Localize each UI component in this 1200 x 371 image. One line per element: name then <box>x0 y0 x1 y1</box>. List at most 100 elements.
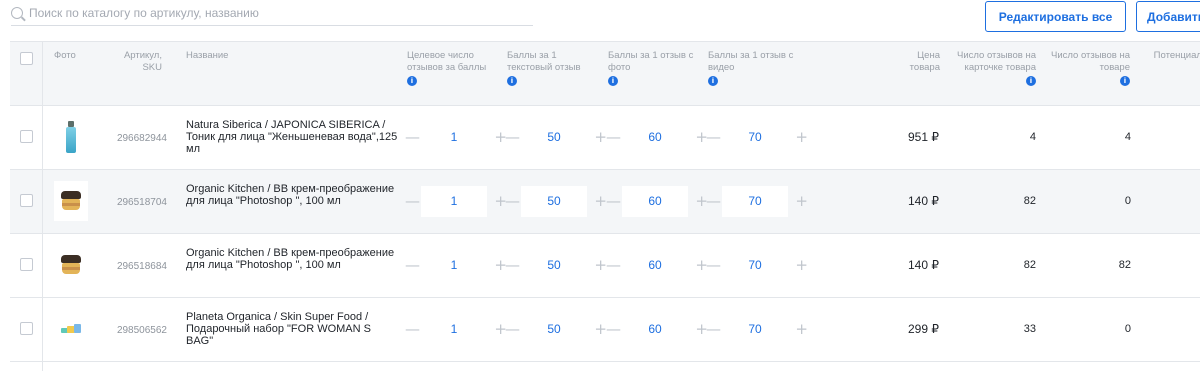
search-input[interactable] <box>29 5 509 20</box>
row-checkbox[interactable] <box>20 322 33 335</box>
text-points-stepper[interactable]: — 50 + <box>505 186 607 217</box>
text-points-stepper[interactable]: — 50 + <box>505 314 607 345</box>
reviews-product-cell: 0 <box>1124 323 1131 335</box>
product-photo[interactable] <box>54 181 88 221</box>
sku-cell: 298506562 <box>116 325 167 336</box>
product-name: Natura Siberica / JAPONICA SIBERICA / То… <box>186 119 398 155</box>
minus-icon[interactable]: — <box>606 130 621 145</box>
product-name: Organic Kitchen / BB крем-преображение д… <box>186 247 395 271</box>
reviews-product-cell: 82 <box>1118 259 1131 271</box>
table-row: 296682944 Natura Siberica / JAPONICA SIB… <box>10 106 1200 170</box>
stepper-value[interactable]: 50 <box>521 122 587 153</box>
header-photo: Фото <box>54 50 76 61</box>
target-stepper[interactable]: — 1 + <box>405 186 507 217</box>
stepper-value[interactable]: 60 <box>622 186 688 217</box>
table-row: 296518684 Organic Kitchen / BB крем-прео… <box>10 234 1200 298</box>
plus-icon[interactable]: + <box>795 258 808 273</box>
video-points-stepper[interactable]: — 70 + <box>706 186 808 217</box>
minus-icon[interactable]: — <box>706 130 721 145</box>
minus-icon[interactable]: — <box>505 322 520 337</box>
gift-set-image <box>61 324 81 334</box>
header-text-points-label: Баллы за 1 текстовый отзыв <box>507 50 581 73</box>
video-points-stepper[interactable]: — 70 + <box>706 314 808 345</box>
stepper-value[interactable]: 70 <box>722 314 788 345</box>
stepper-value[interactable]: 50 <box>521 250 587 281</box>
header-reviews-product: Число отзывов на товаре i <box>1050 50 1130 87</box>
minus-icon[interactable]: — <box>405 194 420 209</box>
minus-icon[interactable]: — <box>706 194 721 209</box>
stepper-value[interactable]: 60 <box>622 122 688 153</box>
photo-points-stepper[interactable]: — 60 + <box>606 122 708 153</box>
table-row: 296518704 Organic Kitchen / BB крем-прео… <box>10 170 1200 234</box>
info-icon[interactable]: i <box>507 76 517 86</box>
minus-icon[interactable]: — <box>405 322 420 337</box>
column-divider <box>42 41 43 371</box>
photo-points-stepper[interactable]: — 60 + <box>606 186 708 217</box>
product-photo[interactable] <box>54 117 88 157</box>
plus-icon[interactable]: + <box>795 130 808 145</box>
plus-icon[interactable]: + <box>795 322 808 337</box>
select-all-checkbox[interactable] <box>20 52 33 65</box>
minus-icon[interactable]: — <box>606 258 621 273</box>
header-photo-points: Баллы за 1 отзыв с фото i <box>608 50 694 87</box>
minus-icon[interactable]: — <box>606 322 621 337</box>
text-points-stepper[interactable]: — 50 + <box>505 122 607 153</box>
add-button[interactable]: Добавить <box>1136 1 1200 32</box>
header-reviews-card-label: Число отзывов на карточке товара <box>956 50 1036 73</box>
stepper-value[interactable]: 70 <box>722 186 788 217</box>
row-checkbox[interactable] <box>20 130 33 143</box>
minus-icon[interactable]: — <box>706 258 721 273</box>
minus-icon[interactable]: — <box>505 130 520 145</box>
minus-icon[interactable]: — <box>505 194 520 209</box>
info-icon[interactable]: i <box>1026 76 1036 86</box>
info-icon[interactable]: i <box>608 76 618 86</box>
reviews-card-cell: 82 <box>1023 195 1036 207</box>
info-icon[interactable]: i <box>407 76 417 86</box>
target-stepper[interactable]: — 1 + <box>405 122 507 153</box>
stepper-value[interactable]: 60 <box>622 314 688 345</box>
stepper-value[interactable]: 70 <box>722 250 788 281</box>
video-points-stepper[interactable]: — 70 + <box>706 122 808 153</box>
minus-icon[interactable]: — <box>405 130 420 145</box>
minus-icon[interactable]: — <box>606 194 621 209</box>
info-icon[interactable]: i <box>1120 76 1130 86</box>
header-reviews-card: Число отзывов на карточке товара i <box>956 50 1036 87</box>
minus-icon[interactable]: — <box>505 258 520 273</box>
row-checkbox[interactable] <box>20 258 33 271</box>
product-photo[interactable] <box>54 309 88 349</box>
stepper-value[interactable]: 1 <box>421 186 487 217</box>
text-points-stepper[interactable]: — 50 + <box>505 250 607 281</box>
stepper-value[interactable]: 50 <box>521 314 587 345</box>
photo-points-stepper[interactable]: — 60 + <box>606 250 708 281</box>
minus-icon[interactable]: — <box>405 258 420 273</box>
stepper-value[interactable]: 1 <box>421 314 487 345</box>
target-stepper[interactable]: — 1 + <box>405 314 507 345</box>
search-field[interactable] <box>11 0 533 26</box>
info-icon[interactable]: i <box>708 76 718 86</box>
stepper-value[interactable]: 70 <box>722 122 788 153</box>
target-stepper[interactable]: — 1 + <box>405 250 507 281</box>
bottle-image <box>66 121 76 153</box>
jar-image <box>61 191 81 211</box>
search-icon <box>11 6 23 19</box>
photo-points-stepper[interactable]: — 60 + <box>606 314 708 345</box>
video-points-stepper[interactable]: — 70 + <box>706 250 808 281</box>
minus-icon[interactable]: — <box>706 322 721 337</box>
product-table: Фото Артикул, SKU Название Целевое число… <box>10 41 1200 371</box>
stepper-value[interactable]: 60 <box>622 250 688 281</box>
price-cell: 140 ₽ <box>908 194 939 208</box>
sku-cell: 296518704 <box>116 197 167 208</box>
edit-all-button[interactable]: Редактировать все <box>985 1 1126 32</box>
reviews-card-cell: 33 <box>1023 323 1036 335</box>
row-checkbox[interactable] <box>20 194 33 207</box>
stepper-value[interactable]: 1 <box>421 250 487 281</box>
price-cell: 140 ₽ <box>908 258 939 272</box>
header-text-points: Баллы за 1 текстовый отзыв i <box>507 50 595 87</box>
reviews-product-cell: 4 <box>1124 131 1131 143</box>
header-video-points-label: Баллы за 1 отзыв с видео <box>708 50 794 73</box>
stepper-value[interactable]: 50 <box>521 186 587 217</box>
product-photo[interactable] <box>54 245 88 285</box>
plus-icon[interactable]: + <box>795 194 808 209</box>
stepper-value[interactable]: 1 <box>421 122 487 153</box>
sku-cell: 296682944 <box>116 133 167 144</box>
